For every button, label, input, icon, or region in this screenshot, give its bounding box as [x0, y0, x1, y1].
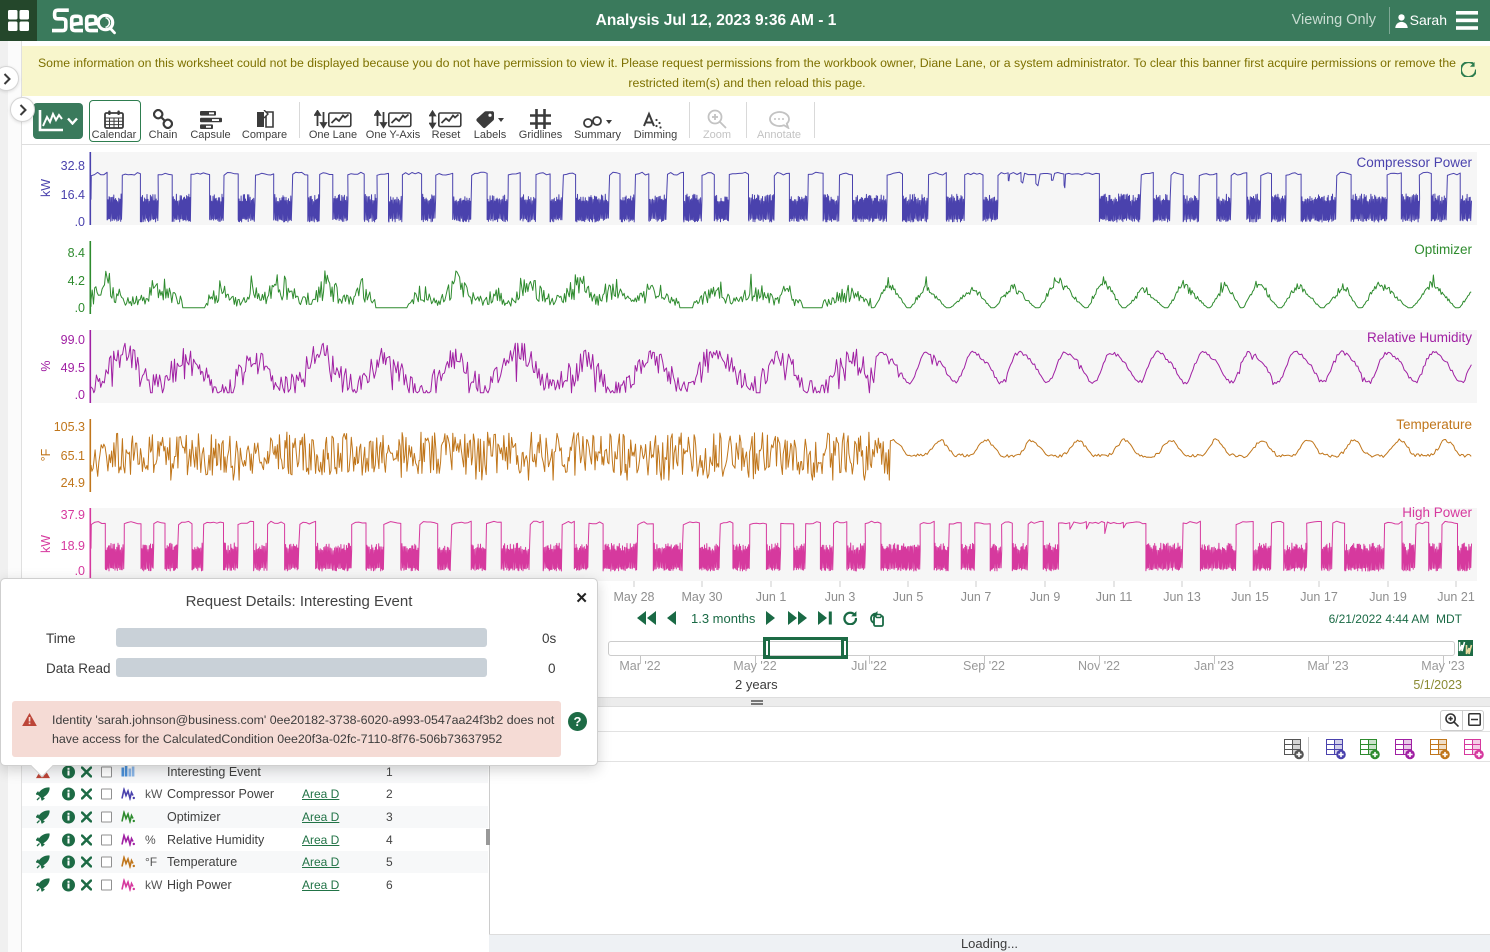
- svg-text:18.9: 18.9: [61, 539, 85, 553]
- svg-text:99.0: 99.0: [61, 333, 85, 347]
- svg-text:kW: kW: [39, 179, 53, 197]
- svg-text:.0: .0: [75, 388, 85, 402]
- svg-text:Temperature: Temperature: [1396, 417, 1472, 432]
- svg-text:65.1: 65.1: [61, 449, 85, 463]
- svg-text:May 30: May 30: [682, 590, 723, 604]
- svg-text:Jun 7: Jun 7: [961, 590, 992, 604]
- svg-text:kW: kW: [39, 535, 53, 553]
- svg-text:Jun 13: Jun 13: [1163, 590, 1201, 604]
- svg-text:32.8: 32.8: [61, 159, 85, 173]
- svg-text:16.4: 16.4: [61, 188, 85, 202]
- svg-text:Jun 21: Jun 21: [1437, 590, 1475, 604]
- svg-text:105.3: 105.3: [54, 420, 85, 434]
- svg-text:Jun 3: Jun 3: [825, 590, 856, 604]
- svg-text:4.2: 4.2: [68, 274, 85, 288]
- svg-text:Jun 17: Jun 17: [1300, 590, 1338, 604]
- svg-text:37.9: 37.9: [61, 508, 85, 522]
- svg-text:°F: °F: [39, 448, 53, 461]
- svg-text:.0: .0: [75, 301, 85, 315]
- svg-text:Optimizer: Optimizer: [1414, 242, 1472, 257]
- svg-text:Relative Humidity: Relative Humidity: [1367, 330, 1472, 345]
- svg-text:May 28: May 28: [614, 590, 655, 604]
- svg-text:8.4: 8.4: [68, 246, 85, 260]
- svg-text:.0: .0: [75, 564, 85, 578]
- svg-text:?: ?: [574, 714, 582, 729]
- svg-text:Jun 1: Jun 1: [756, 590, 787, 604]
- svg-text:Jun 11: Jun 11: [1096, 590, 1133, 604]
- svg-text:%: %: [39, 360, 53, 371]
- svg-text:Jun 19: Jun 19: [1369, 590, 1407, 604]
- svg-text:High Power: High Power: [1402, 505, 1472, 520]
- svg-text:24.9: 24.9: [61, 476, 85, 490]
- svg-text:Jun 9: Jun 9: [1030, 590, 1061, 604]
- svg-text:Jun 5: Jun 5: [893, 590, 924, 604]
- svg-text:Compressor Power: Compressor Power: [1356, 155, 1472, 170]
- svg-text:Jun 15: Jun 15: [1231, 590, 1269, 604]
- svg-text:.0: .0: [75, 215, 85, 229]
- svg-text:49.5: 49.5: [61, 361, 85, 375]
